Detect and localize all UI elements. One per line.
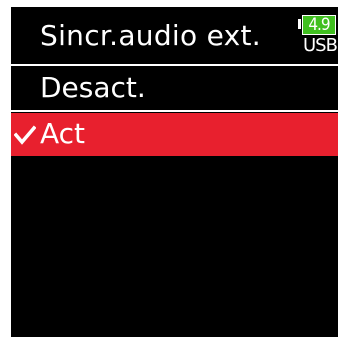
header-divider [11,64,338,66]
battery-level: 4.9 [302,15,336,35]
option-act[interactable]: Act [11,113,338,156]
battery-indicator: 4.9 USB [298,12,338,62]
menu-header: Sincr.audio ext. 4.9 USB [11,7,338,64]
option-label: Desact. [40,71,146,104]
menu-title: Sincr.audio ext. [40,19,262,52]
option-label: Act [40,117,86,150]
option-divider [11,110,338,112]
battery-value: 4.9 [308,15,330,35]
power-source-label: USB [303,35,338,56]
battery-icon [298,19,301,29]
checkmark-icon [14,125,36,145]
device-screen: Sincr.audio ext. 4.9 USB Desact. Act [11,7,338,337]
option-desact[interactable]: Desact. [11,67,338,110]
